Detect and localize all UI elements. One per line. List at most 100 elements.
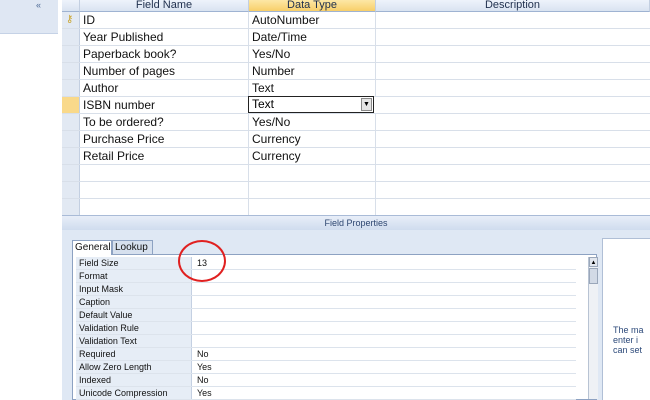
table-row[interactable]: Retail Price Currency bbox=[62, 148, 650, 165]
default-value-input[interactable] bbox=[194, 309, 576, 321]
description-cell[interactable] bbox=[376, 114, 650, 130]
table-row[interactable]: Number of pages Number bbox=[62, 63, 650, 80]
tab-lookup[interactable]: Lookup bbox=[112, 240, 153, 254]
column-header-description[interactable]: Description bbox=[376, 0, 650, 12]
row-selector-active[interactable] bbox=[62, 97, 80, 113]
data-type-cell[interactable]: Currency bbox=[249, 131, 376, 147]
table-design-grid: Field Name Data Type Description ⚷ ID Au… bbox=[62, 0, 650, 216]
field-size-input[interactable]: 13 bbox=[194, 257, 576, 269]
description-cell[interactable] bbox=[376, 182, 650, 198]
field-name-cell[interactable]: Purchase Price bbox=[80, 131, 249, 147]
row-selector[interactable] bbox=[62, 29, 80, 45]
caption-input[interactable] bbox=[194, 296, 576, 308]
property-help-panel: The ma enter i can set bbox=[602, 238, 650, 400]
collapse-chevron-icon[interactable]: « bbox=[36, 0, 41, 10]
row-selector[interactable]: ⚷ bbox=[62, 12, 80, 28]
property-row[interactable]: Input Mask bbox=[76, 283, 576, 296]
property-row[interactable]: Caption bbox=[76, 296, 576, 309]
field-name-cell[interactable]: Retail Price bbox=[80, 148, 249, 164]
indexed-input[interactable]: No bbox=[194, 374, 576, 386]
table-row[interactable]: Paperback book? Yes/No bbox=[62, 46, 650, 63]
description-cell[interactable] bbox=[376, 199, 650, 215]
property-row[interactable]: Indexed No bbox=[76, 374, 576, 387]
field-name-cell[interactable] bbox=[80, 165, 249, 181]
dropdown-arrow-icon[interactable]: ▼ bbox=[361, 98, 372, 111]
data-type-cell[interactable]: Text bbox=[249, 80, 376, 96]
property-row[interactable]: Validation Rule bbox=[76, 322, 576, 335]
field-name-cell[interactable] bbox=[80, 199, 249, 215]
data-type-cell[interactable] bbox=[249, 165, 376, 181]
validation-rule-input[interactable] bbox=[194, 322, 576, 334]
table-row-empty[interactable] bbox=[62, 165, 650, 182]
data-type-cell[interactable]: Date/Time bbox=[249, 29, 376, 45]
property-row[interactable]: Validation Text bbox=[76, 335, 576, 348]
field-name-cell[interactable]: ISBN number bbox=[80, 97, 249, 113]
property-sheet-scrollbar[interactable]: ▲ bbox=[588, 257, 598, 399]
row-selector[interactable] bbox=[62, 199, 80, 215]
help-line: The ma bbox=[613, 325, 644, 335]
property-row[interactable]: Required No bbox=[76, 348, 576, 361]
format-input[interactable] bbox=[194, 270, 576, 282]
field-name-cell[interactable]: Year Published bbox=[80, 29, 249, 45]
help-line: can set bbox=[613, 345, 643, 355]
validation-text-input[interactable] bbox=[194, 335, 576, 347]
property-row[interactable]: Format bbox=[76, 270, 576, 283]
field-name-cell[interactable] bbox=[80, 182, 249, 198]
data-type-combobox[interactable]: Text ▼ bbox=[248, 96, 374, 113]
data-type-cell[interactable] bbox=[249, 199, 376, 215]
data-type-cell[interactable] bbox=[249, 182, 376, 198]
row-selector[interactable] bbox=[62, 131, 80, 147]
description-cell[interactable] bbox=[376, 63, 650, 79]
description-cell[interactable] bbox=[376, 80, 650, 96]
property-row[interactable]: Default Value bbox=[76, 309, 576, 322]
row-selector[interactable] bbox=[62, 148, 80, 164]
property-row[interactable]: Allow Zero Length Yes bbox=[76, 361, 576, 374]
unicode-compression-input[interactable]: Yes bbox=[194, 387, 576, 399]
tab-general[interactable]: General bbox=[72, 240, 112, 255]
table-row[interactable]: Author Text bbox=[62, 80, 650, 97]
description-cell[interactable] bbox=[376, 46, 650, 62]
table-row-empty[interactable] bbox=[62, 182, 650, 199]
description-cell[interactable] bbox=[376, 165, 650, 181]
column-header-data-type[interactable]: Data Type bbox=[249, 0, 376, 12]
table-row-selected[interactable]: ISBN number Text ▼ bbox=[62, 96, 650, 114]
row-selector[interactable] bbox=[62, 46, 80, 62]
field-name-cell[interactable]: Paperback book? bbox=[80, 46, 249, 62]
description-cell[interactable] bbox=[376, 131, 650, 147]
property-row[interactable]: Field Size 13 bbox=[76, 257, 576, 270]
required-input[interactable]: No bbox=[194, 348, 576, 360]
data-type-cell[interactable]: Yes/No bbox=[249, 114, 376, 130]
description-cell[interactable] bbox=[376, 148, 650, 164]
field-properties-pane: General Lookup Field Size 13 Format Inpu… bbox=[62, 230, 650, 400]
row-selector[interactable] bbox=[62, 80, 80, 96]
table-row[interactable]: Purchase Price Currency bbox=[62, 131, 650, 148]
scroll-up-arrow-icon[interactable]: ▲ bbox=[589, 257, 598, 267]
table-row[interactable]: To be ordered? Yes/No bbox=[62, 114, 650, 131]
field-name-cell[interactable]: Number of pages bbox=[80, 63, 249, 79]
description-cell[interactable] bbox=[376, 29, 650, 45]
data-type-cell[interactable]: Number bbox=[249, 63, 376, 79]
property-row[interactable]: Unicode Compression Yes bbox=[76, 387, 576, 400]
input-mask-input[interactable] bbox=[194, 283, 576, 295]
field-name-cell[interactable]: ID bbox=[80, 12, 249, 28]
description-cell[interactable] bbox=[376, 12, 650, 28]
property-label: Default Value bbox=[76, 309, 192, 321]
row-selector[interactable] bbox=[62, 114, 80, 130]
row-selector[interactable] bbox=[62, 165, 80, 181]
row-selector[interactable] bbox=[62, 63, 80, 79]
row-selector[interactable] bbox=[62, 182, 80, 198]
allow-zero-length-input[interactable]: Yes bbox=[194, 361, 576, 373]
column-header-field-name[interactable]: Field Name bbox=[80, 0, 249, 12]
scroll-thumb[interactable] bbox=[589, 268, 598, 284]
data-type-cell[interactable]: Yes/No bbox=[249, 46, 376, 62]
data-type-cell[interactable]: Currency bbox=[249, 148, 376, 164]
table-row[interactable]: ⚷ ID AutoNumber bbox=[62, 12, 650, 29]
data-type-cell[interactable]: AutoNumber bbox=[249, 12, 376, 28]
field-name-cell[interactable]: To be ordered? bbox=[80, 114, 249, 130]
property-label: Input Mask bbox=[76, 283, 192, 295]
field-name-cell[interactable]: Author bbox=[80, 80, 249, 96]
description-cell[interactable] bbox=[376, 97, 650, 113]
table-row-empty[interactable] bbox=[62, 199, 650, 216]
navigation-pane-header: « bbox=[0, 0, 58, 34]
table-row[interactable]: Year Published Date/Time bbox=[62, 29, 650, 46]
